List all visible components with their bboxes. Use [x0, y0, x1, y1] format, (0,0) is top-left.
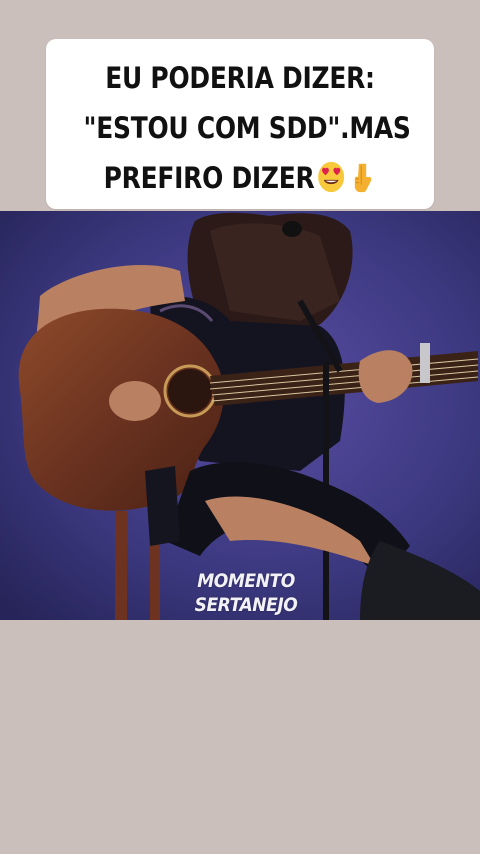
video-frame-image: [0, 211, 480, 620]
channel-watermark: MOMENTO SERTANEJO: [176, 569, 316, 617]
pointing-down-emoji-icon: [354, 163, 372, 193]
heart-eyes-emoji-icon: [317, 161, 344, 193]
caption-line-3-text: PREFIRO DIZER: [103, 161, 315, 195]
watermark-line-2: SERTANEJO: [194, 594, 298, 616]
bottom-background: [0, 620, 480, 854]
watermark-line-1: MOMENTO: [197, 570, 295, 592]
caption-line-1: EU PODERIA DIZER:: [105, 61, 375, 95]
caption-card: EU PODERIA DIZER: "ESTOU COM SDD".MAS PR…: [46, 39, 434, 209]
video-player[interactable]: MOMENTO SERTANEJO: [0, 211, 480, 620]
caption-line-3: PREFIRO DIZER: [83, 153, 396, 203]
caption-line-2: "ESTOU COM SDD".MAS: [83, 111, 411, 145]
